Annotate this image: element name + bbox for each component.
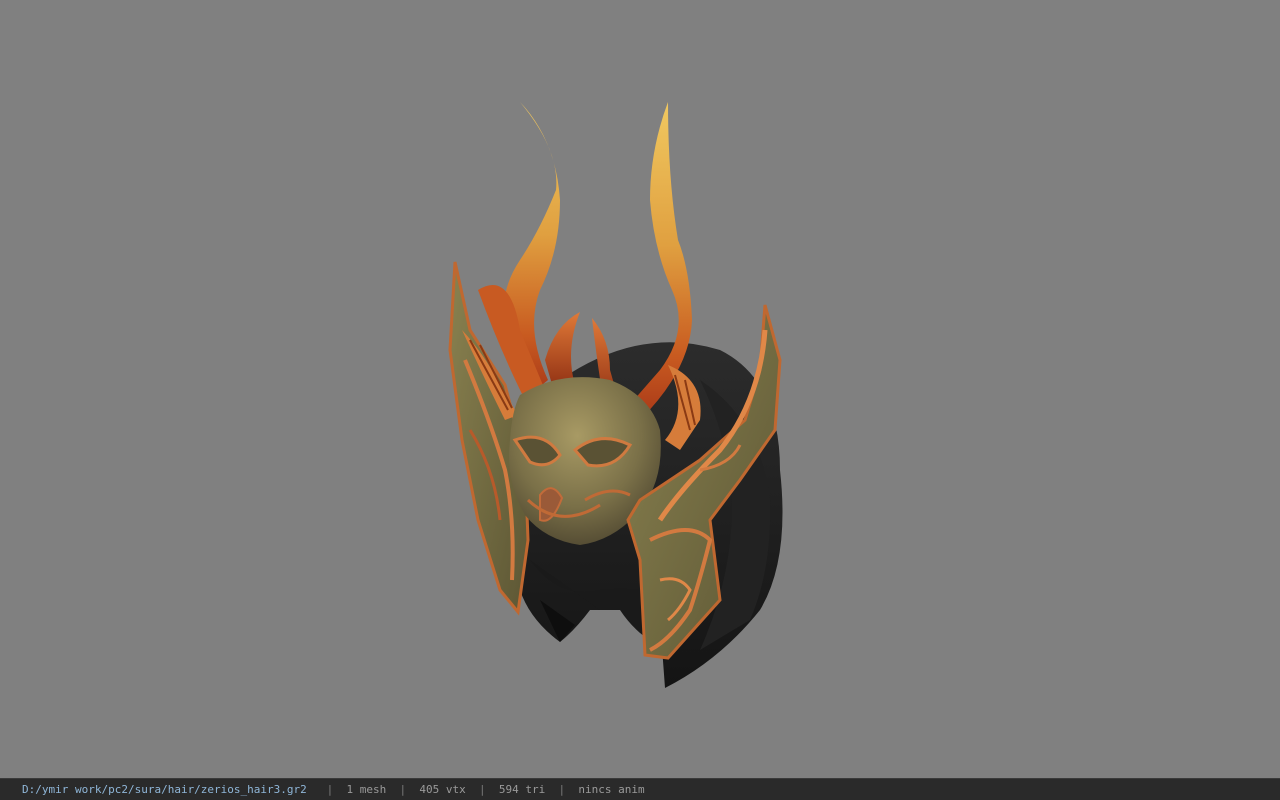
helmet-model-render [448,102,783,688]
status-separator: | [399,783,407,796]
mesh-count: 1 mesh [346,783,387,796]
status-bar: D:/ymir work/pc2/sura/hair/zerios_hair3.… [0,778,1280,800]
3d-viewport[interactable] [0,0,1280,778]
status-separator: | [558,783,566,796]
animation-status: nincs anim [578,783,645,796]
triangle-count: 594 tri [498,783,546,796]
status-separator: | [479,783,486,796]
status-separator: | [326,783,334,796]
vertex-count: 405 vtx [419,783,466,796]
file-path: D:/ymir work/pc2/sura/hair/zerios_hair3.… [22,783,307,796]
